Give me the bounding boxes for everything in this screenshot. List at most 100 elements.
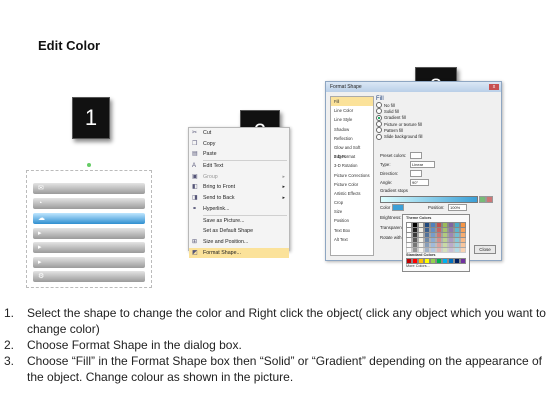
color-picker-popup: Theme Colors Standard Colors More Colors… xyxy=(402,214,470,272)
color-swatch[interactable] xyxy=(460,247,466,253)
instruction-item: 2. Choose Format Shape in the dialog box… xyxy=(4,337,554,353)
menu-item-size-position[interactable]: ⊞ Size and Position... xyxy=(189,237,289,248)
nav-item-picture-color[interactable]: Picture Color xyxy=(331,180,373,189)
menu-item-set-default-shape[interactable]: Set as Default Shape xyxy=(189,226,289,237)
position-input[interactable]: 100% xyxy=(448,204,467,211)
close-button[interactable]: Close xyxy=(474,245,496,254)
nav-item-line-color[interactable]: Line Color xyxy=(331,106,373,115)
selected-shape[interactable]: ✉ ◔ ☁ ▸ ▸ ▸ ⚙ xyxy=(26,170,152,288)
angle-input[interactable]: 90° xyxy=(410,179,429,186)
nav-item-alt-text[interactable]: Alt Text xyxy=(331,235,373,244)
gradient-stops-bar[interactable] xyxy=(380,196,478,203)
rss-icon: ◔ xyxy=(38,200,43,207)
menu-item-format-shape[interactable]: ◩ Format Shape... xyxy=(189,247,289,259)
nav-item-text-box[interactable]: Text Box xyxy=(331,226,373,235)
shape-bar[interactable]: ▸ xyxy=(33,242,145,253)
nav-item-3d-rotation[interactable]: 3-D Rotation xyxy=(331,161,373,170)
rotate-handle[interactable] xyxy=(87,163,91,167)
menu-item-edit-text[interactable]: A Edit Text xyxy=(189,161,289,172)
page-title: Edit Color xyxy=(38,38,101,53)
menu-item-paste[interactable]: ▤ Paste xyxy=(189,149,289,160)
instruction-text: Choose Format Shape in the dialog box. xyxy=(27,338,242,352)
arrow-icon: ▸ xyxy=(38,244,42,251)
menu-label: Hyperlink... xyxy=(203,205,230,212)
radio-slide-bg-fill[interactable]: Slide background fill xyxy=(376,133,496,140)
more-colors-link[interactable]: More Colors... xyxy=(406,264,430,268)
nav-item-picture-corrections[interactable]: Picture Corrections xyxy=(331,171,373,180)
nav-item-crop[interactable]: Crop xyxy=(331,198,373,207)
menu-item-copy[interactable]: ❐ Copy xyxy=(189,139,289,150)
add-stop-icon[interactable] xyxy=(479,196,486,203)
nav-item-fill[interactable]: Fill xyxy=(331,97,373,107)
menu-item-send-to-back[interactable]: ◨ Send to Back ▸ xyxy=(189,193,289,204)
nav-item-size[interactable]: Size xyxy=(331,207,373,216)
instruction-text: Select the shape to change the color and… xyxy=(27,306,546,336)
radio-label: Solid fill xyxy=(384,108,399,114)
menu-label: Size and Position... xyxy=(203,238,249,245)
nav-item-3d-format[interactable]: 3-D Format xyxy=(331,152,373,161)
paste-icon: ▤ xyxy=(192,151,198,158)
preset-colors-label: Preset colors: xyxy=(380,153,407,158)
shape-bar[interactable]: ▸ xyxy=(33,257,145,268)
hyperlink-icon: ⚭ xyxy=(192,205,198,212)
shape-bar[interactable]: ▸ xyxy=(33,228,145,239)
remove-stop-icon[interactable] xyxy=(486,196,493,203)
direction-dropdown[interactable] xyxy=(410,170,422,177)
instruction-number: 2. xyxy=(4,338,15,352)
menu-item-group[interactable]: ▣ Group ▸ xyxy=(189,172,289,183)
menu-item-bring-to-front[interactable]: ◧ Bring to Front ▸ xyxy=(189,182,289,193)
direction-label: Direction: xyxy=(380,171,399,176)
copy-icon: ❐ xyxy=(192,140,198,147)
menu-label: Bring to Front xyxy=(203,184,236,191)
nav-item-reflection[interactable]: Reflection xyxy=(331,134,373,143)
radio-icon xyxy=(376,108,382,115)
position-label: Position: xyxy=(428,205,445,210)
type-dropdown[interactable]: Linear xyxy=(410,161,435,168)
menu-label: Edit Text xyxy=(203,163,224,170)
submenu-arrow-icon: ▸ xyxy=(282,195,285,202)
radio-label: Gradient fill xyxy=(384,115,406,121)
type-label: Type: xyxy=(380,162,391,167)
nav-item-position[interactable]: Position xyxy=(331,216,373,225)
menu-item-save-as-picture[interactable]: Save as Picture... xyxy=(189,216,289,227)
instructions-list: 1. Select the shape to change the color … xyxy=(4,305,554,385)
send-back-icon: ◨ xyxy=(192,195,198,202)
scissors-icon: ✂ xyxy=(192,130,198,136)
brightness-label: Brightness: xyxy=(380,215,402,220)
nav-item-line-style[interactable]: Line Style xyxy=(331,115,373,124)
dialog-titlebar: Format Shape x xyxy=(326,82,501,92)
instruction-number: 3. xyxy=(4,354,15,368)
format-shape-icon: ◩ xyxy=(192,249,198,256)
step-1-badge: 1 xyxy=(72,97,110,139)
menu-label: Send to Back xyxy=(203,195,235,202)
shape-bar[interactable]: ✉ xyxy=(33,183,145,194)
submenu-arrow-icon: ▸ xyxy=(282,184,285,191)
dialog-nav: Fill Line Color Line Style Shadow Reflec… xyxy=(330,96,374,256)
cloud-icon: ☁ xyxy=(38,215,45,222)
context-menu: ✂ Cut ❐ Copy ▤ Paste A Edit Text ▣ Group ▸ ◧ Br… xyxy=(188,127,290,259)
nav-item-shadow[interactable]: Shadow xyxy=(331,125,373,134)
shape-bar[interactable]: ⚙ xyxy=(33,271,145,282)
color-dropdown[interactable] xyxy=(392,204,404,211)
close-icon[interactable]: x xyxy=(489,84,499,90)
radio-icon xyxy=(376,121,382,128)
nav-item-artistic-effects[interactable]: Artistic Effects xyxy=(331,189,373,198)
gradient-stops-label: Gradient stops xyxy=(380,188,408,193)
instruction-item: 3. Choose “Fill” in the Format Shape box… xyxy=(4,353,554,385)
nav-item-glow[interactable]: Glow and Soft Edges xyxy=(331,143,373,159)
shape-bar[interactable]: ◔ xyxy=(33,198,145,209)
radio-label: Picture or texture fill xyxy=(384,121,422,127)
instruction-number: 1. xyxy=(4,306,15,320)
edit-text-icon: A xyxy=(192,163,197,170)
menu-label: Cut xyxy=(203,130,212,136)
shape-bar-selected[interactable]: ☁ xyxy=(33,213,145,224)
preset-colors-dropdown[interactable] xyxy=(410,152,422,159)
radio-label: Slide background fill xyxy=(384,134,423,140)
menu-item-hyperlink[interactable]: ⚭ Hyperlink... xyxy=(189,204,289,215)
menu-label: Paste xyxy=(203,151,217,158)
arrow-icon: ▸ xyxy=(38,259,42,266)
radio-icon xyxy=(376,127,382,134)
color-swatch[interactable] xyxy=(460,258,466,264)
menu-item-cut[interactable]: ✂ Cut xyxy=(189,128,289,139)
menu-label: Set as Default Shape xyxy=(203,228,254,235)
